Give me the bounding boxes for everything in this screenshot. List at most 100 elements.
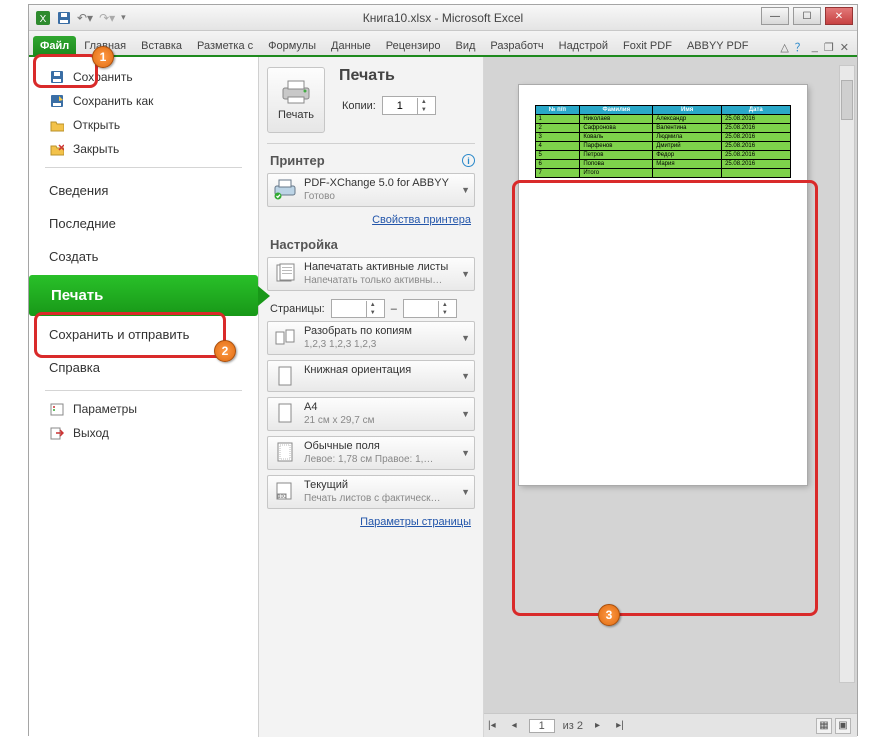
nav-Последние[interactable]: Последние	[29, 207, 258, 240]
spin-down-icon[interactable]: ▼	[418, 106, 430, 114]
first-page-icon[interactable]: |◂	[484, 720, 500, 731]
page-to-spinner[interactable]: ▲▼	[403, 299, 457, 318]
paper-sub: 21 см x 29,7 см	[304, 414, 374, 427]
save-icon	[49, 69, 65, 85]
zoom-to-page-icon[interactable]: ▣	[835, 718, 851, 734]
collate-text: Разобрать по копиям	[304, 325, 412, 338]
ribbon-tab-файл[interactable]: Файл	[33, 36, 76, 55]
paper-icon	[273, 401, 297, 425]
nav-Сведения[interactable]: Сведения	[29, 174, 258, 207]
ribbon-right-cluster: △ ？ _ ❐ ✕	[780, 39, 857, 55]
scaling-text: Текущий	[304, 479, 440, 492]
backstage-nav: СохранитьСохранить какОткрытьЗакрыть Све…	[29, 57, 259, 737]
paper-dropdown[interactable]: A421 см x 29,7 см ▼	[267, 397, 475, 431]
preview-table: № п/пФамилияИмяДата1НиколаевАлександр25.…	[535, 105, 791, 178]
close-icon	[49, 141, 65, 157]
window-title: Книга10.xlsx - Microsoft Excel	[29, 11, 857, 25]
settings-section-label: Настройка	[267, 228, 475, 257]
margins-dropdown[interactable]: Обычные поляЛевое: 1,78 см Правое: 1,… ▼	[267, 436, 475, 470]
qat-more-icon[interactable]: ▾	[121, 12, 126, 23]
preview-nav: |◂ ◂ 1 из 2 ▸ ▸| ▦ ▣	[484, 713, 857, 737]
nav-Создать[interactable]: Создать	[29, 240, 258, 273]
nav-exit[interactable]: Выход	[29, 421, 258, 445]
spin-up-icon[interactable]: ▲	[418, 98, 430, 106]
nav-open[interactable]: Открыть	[29, 113, 258, 137]
help-icon[interactable]: ？	[795, 39, 806, 55]
show-margins-icon[interactable]: ▦	[816, 718, 832, 734]
chevron-down-icon: ▼	[461, 333, 470, 343]
ribbon-tab-вид[interactable]: Вид	[449, 36, 483, 55]
page-from-input[interactable]	[332, 303, 366, 315]
svg-text:X: X	[40, 14, 47, 25]
collate-dropdown[interactable]: Разобрать по копиям1,2,3 1,2,3 1,2,3 ▼	[267, 321, 475, 355]
page-of-label: из 2	[563, 720, 583, 732]
page-setup-link[interactable]: Параметры страницы	[267, 514, 475, 530]
info-icon[interactable]: i	[462, 154, 475, 167]
print-panel: Печать Печать Копии: ▲▼ Принтер i	[259, 57, 484, 737]
prev-page-icon[interactable]: ◂	[508, 720, 521, 731]
ribbon-collapse-icon[interactable]: △	[780, 41, 788, 54]
paper-text: A4	[304, 401, 374, 414]
ribbon-tab-разработч[interactable]: Разработч	[483, 36, 550, 55]
annotation-bubble-3: 3	[598, 604, 620, 626]
print-heading: Печать	[339, 67, 439, 93]
print-button-label: Печать	[278, 109, 314, 121]
scaling-dropdown[interactable]: 100 ТекущийПечать листов с фактическ… ▼	[267, 475, 475, 509]
undo-icon[interactable]: ↶▾	[77, 11, 93, 25]
nav-save[interactable]: Сохранить	[29, 65, 258, 89]
window: X ↶▾ ↷▾ ▾ Книга10.xlsx - Microsoft Excel…	[28, 4, 858, 736]
ribbon-tab-вставка[interactable]: Вставка	[134, 36, 189, 55]
collate-icon	[273, 325, 297, 349]
printer-dropdown[interactable]: PDF-XChange 5.0 for ABBYYГотово ▼	[267, 173, 475, 207]
page-from-spinner[interactable]: ▲▼	[331, 299, 385, 318]
printer-device-icon	[273, 177, 297, 201]
last-page-icon[interactable]: ▸|	[612, 720, 628, 731]
minimize-button[interactable]: —	[761, 7, 789, 25]
redo-icon[interactable]: ↷▾	[99, 11, 115, 25]
ribbon-tab-foxit pdf[interactable]: Foxit PDF	[616, 36, 679, 55]
nav-options[interactable]: Параметры	[29, 397, 258, 421]
ribbon-tab-рецензиро[interactable]: Рецензиро	[379, 36, 448, 55]
collate-sub: 1,2,3 1,2,3 1,2,3	[304, 338, 412, 351]
page-to-input[interactable]	[404, 303, 438, 315]
mdi-close-icon[interactable]: ✕	[840, 41, 849, 54]
scrollbar-thumb[interactable]	[841, 80, 853, 120]
print-what-text: Напечатать активные листы	[304, 261, 448, 274]
open-icon	[49, 117, 65, 133]
orientation-text: Книжная ориентация	[304, 364, 411, 377]
nav-Печать[interactable]: Печать	[29, 275, 258, 316]
mdi-restore-icon[interactable]: ❐	[824, 41, 834, 54]
maximize-button[interactable]: ☐	[793, 7, 821, 25]
pages-label: Страницы:	[270, 303, 325, 315]
chevron-down-icon: ▼	[461, 409, 470, 419]
ribbon-tab-надстрой[interactable]: Надстрой	[552, 36, 615, 55]
exit-icon	[49, 425, 65, 441]
nav-close[interactable]: Закрыть	[29, 137, 258, 161]
orientation-dropdown[interactable]: Книжная ориентация ▼	[267, 360, 475, 392]
mdi-minimize-icon[interactable]: _	[812, 41, 818, 53]
ribbon-tab-формулы[interactable]: Формулы	[261, 36, 323, 55]
close-button[interactable]: ✕	[825, 7, 853, 25]
copies-spinner[interactable]: ▲▼	[382, 96, 436, 115]
titlebar: X ↶▾ ↷▾ ▾ Книга10.xlsx - Microsoft Excel…	[29, 5, 857, 31]
chevron-down-icon: ▼	[461, 269, 470, 279]
chevron-down-icon: ▼	[461, 371, 470, 381]
ribbon-tab-разметка с[interactable]: Разметка с	[190, 36, 260, 55]
ribbon-tab-данные[interactable]: Данные	[324, 36, 378, 55]
margins-text: Обычные поля	[304, 440, 433, 453]
printer-props-link[interactable]: Свойства принтера	[267, 212, 475, 228]
ribbon-tabs: ФайлГлавнаяВставкаРазметка сФормулыДанны…	[29, 31, 857, 57]
copies-input[interactable]	[383, 100, 417, 112]
saveas-icon	[49, 93, 65, 109]
next-page-icon[interactable]: ▸	[591, 720, 604, 731]
current-page-box[interactable]: 1	[529, 719, 555, 733]
vertical-scrollbar[interactable]	[839, 65, 855, 683]
nav-saveas[interactable]: Сохранить как	[29, 89, 258, 113]
print-what-dropdown[interactable]: Напечатать активные листыНапечатать толь…	[267, 257, 475, 291]
ribbon-tab-abbyy pdf[interactable]: ABBYY PDF	[680, 36, 756, 55]
chevron-down-icon: ▼	[461, 487, 470, 497]
print-button[interactable]: Печать	[267, 67, 325, 133]
options-icon	[49, 401, 65, 417]
backstage: СохранитьСохранить какОткрытьЗакрыть Све…	[29, 57, 857, 737]
save-icon[interactable]	[57, 11, 71, 25]
